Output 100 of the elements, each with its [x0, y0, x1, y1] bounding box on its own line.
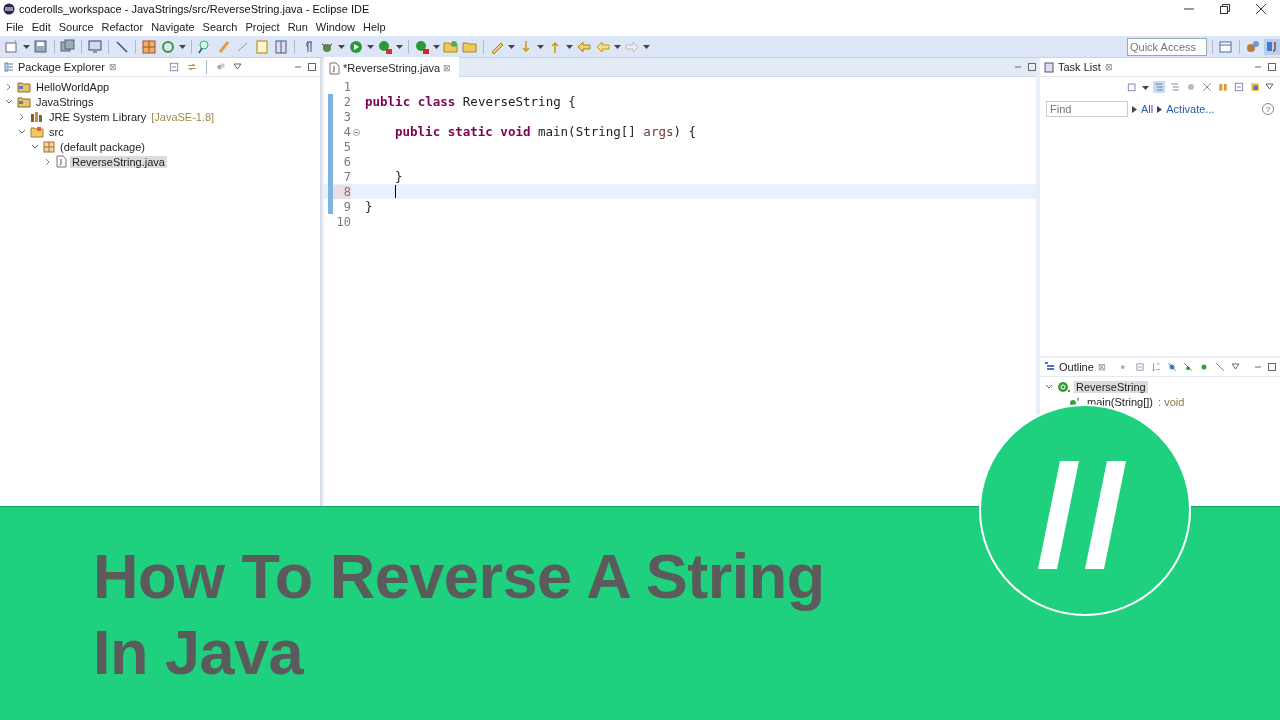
hide-fields-icon[interactable]	[1167, 362, 1178, 372]
quick-access-field[interactable]: Quick Access	[1127, 37, 1207, 56]
line-number: 9	[342, 199, 351, 214]
menu-item[interactable]: Navigate	[147, 21, 199, 33]
dropdown-caret-icon[interactable]	[1142, 83, 1149, 91]
tree-item[interactable]: (default package)	[58, 140, 147, 153]
debug-perspective-icon[interactable]	[1245, 38, 1261, 55]
close-tab-icon[interactable]: ⊠	[1104, 62, 1113, 72]
line-number: 10	[335, 214, 351, 229]
run-config-icon[interactable]	[377, 38, 393, 55]
dropdown-caret-icon[interactable]	[508, 43, 515, 50]
dropdown-caret-icon[interactable]	[537, 43, 544, 50]
triangle-icon	[1132, 105, 1137, 113]
menu-item[interactable]: Edit	[27, 21, 55, 33]
close-tab-icon[interactable]: ⊠	[1097, 362, 1106, 372]
external-tool-icon[interactable]	[414, 38, 430, 55]
columns-icon[interactable]	[273, 38, 289, 55]
minimize-icon[interactable]	[1014, 63, 1022, 71]
view-menu-icon[interactable]	[1265, 83, 1274, 91]
open-perspective-icon[interactable]	[1218, 38, 1234, 55]
view-menu-icon[interactable]	[1231, 363, 1241, 371]
line-number: 1	[342, 79, 351, 94]
tree-item-decoration: : void	[1158, 395, 1185, 408]
editor-tab[interactable]: *ReverseString.java ⊠	[324, 57, 460, 77]
panel-title[interactable]: Package Explorer	[18, 61, 105, 73]
link[interactable]: All	[1141, 103, 1154, 115]
save-all-icon[interactable]	[60, 38, 76, 55]
document-icon[interactable]	[254, 38, 270, 55]
source-folder-icon	[30, 125, 44, 138]
find-field[interactable]: Find	[1046, 101, 1128, 117]
panel-title[interactable]: Outline	[1059, 361, 1094, 373]
fold-icon[interactable]	[353, 129, 360, 136]
line-number: 8	[333, 184, 351, 199]
menu-item[interactable]: Refactor	[97, 21, 148, 33]
cross-icon[interactable]	[1201, 81, 1213, 93]
maximize-icon[interactable]	[1268, 63, 1276, 71]
link-icon[interactable]	[186, 61, 199, 73]
maximize-icon[interactable]	[1028, 63, 1036, 71]
panel-title[interactable]: Task List	[1058, 61, 1101, 73]
tree-item[interactable]: HelloWorldApp	[34, 80, 112, 93]
close-tab-icon[interactable]: ⊠	[108, 62, 117, 72]
hide-static-icon[interactable]	[1183, 362, 1194, 372]
dropdown-caret-icon[interactable]	[396, 43, 403, 50]
dropdown-caret-icon[interactable]	[433, 43, 440, 50]
tree-item[interactable]: src	[47, 125, 66, 138]
collapse-all-icon[interactable]	[168, 61, 181, 73]
menu-item[interactable]: Source	[54, 21, 98, 33]
minimize-icon[interactable]	[1254, 63, 1262, 71]
view-menu-icon[interactable]	[233, 63, 243, 71]
grid-icon[interactable]	[141, 38, 157, 55]
tree-item[interactable]: ReverseString.java	[70, 155, 167, 168]
minimize-icon[interactable]	[294, 63, 302, 71]
menu-item[interactable]: File	[2, 21, 28, 33]
binoculars-icon[interactable]	[1217, 81, 1229, 93]
tree-item[interactable]: ReverseString	[1074, 380, 1148, 393]
books-icon	[30, 110, 44, 123]
tree-item[interactable]: JavaStrings	[34, 95, 96, 108]
video-title: In Java	[93, 616, 305, 689]
dropdown-caret-icon[interactable]	[179, 43, 186, 50]
window-title: coderolls_workspace - JavaStrings/src/ReverseString.java - Eclipse IDE	[19, 3, 370, 15]
dropdown-caret-icon[interactable]	[566, 43, 573, 50]
sync-icon[interactable]	[1249, 81, 1261, 93]
tree-item[interactable]: JRE System Library	[47, 110, 149, 123]
close-icon[interactable]	[1256, 4, 1266, 14]
monitor-icon[interactable]	[87, 38, 103, 55]
new-task-icon[interactable]	[1126, 81, 1138, 93]
method-icon	[1070, 396, 1082, 407]
maximize-icon[interactable]	[308, 63, 316, 71]
line-number: 2	[342, 94, 351, 109]
app-icon	[3, 3, 15, 15]
restore-icon[interactable]	[1220, 4, 1230, 14]
line-number: 5	[342, 139, 351, 154]
java-perspective-icon[interactable]	[1264, 38, 1280, 55]
menu-item[interactable]: Project	[241, 21, 284, 33]
menu-item[interactable]: Help	[359, 21, 390, 33]
menu-item[interactable]: Window	[311, 21, 359, 33]
link[interactable]: Activate...	[1166, 103, 1215, 115]
sort-icon[interactable]	[1151, 362, 1162, 372]
package-explorer-icon	[4, 62, 14, 72]
line-number: 6	[342, 154, 351, 169]
dropdown-caret-icon[interactable]	[367, 43, 374, 50]
dropdown-caret-icon[interactable]	[614, 43, 621, 50]
java-file-icon	[56, 155, 67, 168]
tree-item[interactable]: main(String[])	[1085, 395, 1156, 408]
class-icon	[1057, 380, 1071, 393]
java-file-icon	[329, 61, 340, 75]
line-number: 3	[342, 109, 351, 124]
dropdown-caret-icon[interactable]	[338, 43, 345, 50]
save-icon[interactable]	[33, 38, 49, 55]
triangle-icon	[1157, 105, 1163, 113]
minimize-icon[interactable]	[1254, 363, 1262, 371]
dropdown-caret-icon[interactable]	[23, 43, 30, 50]
menu-item[interactable]: Run	[283, 21, 312, 33]
maximize-icon[interactable]	[1268, 363, 1276, 371]
code-line: public class ReverseString {	[365, 94, 576, 109]
collapse-all-icon[interactable]	[1233, 81, 1245, 93]
dropdown-caret-icon[interactable]	[643, 43, 650, 50]
menu-item[interactable]: Search	[198, 21, 242, 33]
collapse-all-icon[interactable]	[1135, 362, 1146, 372]
run-icon[interactable]	[348, 38, 364, 55]
